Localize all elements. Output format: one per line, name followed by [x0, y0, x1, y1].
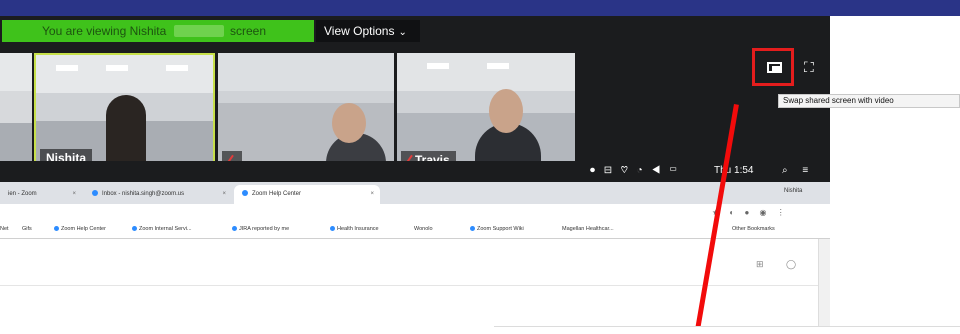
participant-head: [332, 103, 366, 143]
tab-close-icon[interactable]: ×: [222, 185, 226, 204]
menu-bar-clock: Thu 1:54: [714, 165, 754, 176]
extension-icons[interactable]: ★ ◐ ● ◉ ⋮: [712, 208, 789, 217]
shared-browser-window: ien - Zoom × Inbox - nishita.singh@zoom.u…: [0, 182, 830, 333]
redacted-name: [174, 25, 224, 37]
ceiling-light: [106, 65, 128, 71]
video-tile-travis[interactable]: Travis: [397, 53, 575, 173]
menu-bar-status-icons: ⏺ ⊟ ♡ ◔ ◀ ▭: [590, 165, 681, 176]
bookmark-item[interactable]: Net: [0, 226, 9, 232]
swap-screen-button[interactable]: [752, 48, 794, 86]
bookmark-item[interactable]: Zoom Internal Servi...: [132, 226, 192, 232]
bookmark-item[interactable]: Health Insurance: [330, 226, 379, 232]
office-ceiling: [397, 53, 575, 91]
ceiling-light: [427, 63, 449, 69]
browser-tab-strip: ien - Zoom × Inbox - nishita.singh@zoom.u…: [0, 182, 830, 204]
ceiling-light: [166, 65, 188, 71]
browser-tab[interactable]: Inbox - nishita.singh@zoom.us ×: [84, 185, 232, 204]
swap-screen-icon-inner: [772, 66, 780, 71]
participant-head: [489, 89, 523, 133]
bookmark-item[interactable]: JIRA reported by me: [232, 226, 289, 232]
browser-scrollbar[interactable]: [818, 239, 830, 333]
chevron-down-icon: ⌄: [398, 27, 407, 38]
top-border-band: [0, 0, 960, 16]
tab-close-icon[interactable]: ×: [72, 185, 76, 204]
office-ceiling: [0, 53, 32, 91]
bookmark-item[interactable]: Wonolo: [414, 226, 433, 232]
video-tile-nishita[interactable]: Nishita: [34, 53, 215, 173]
viewing-banner-suffix: screen: [230, 24, 267, 38]
bookmark-item[interactable]: Zoom Help Center: [54, 226, 106, 232]
fullscreen-button[interactable]: ⛶: [804, 60, 814, 74]
zoom-favicon-icon: [242, 190, 248, 197]
office-ceiling: [36, 55, 213, 93]
tab-close-icon[interactable]: ×: [370, 185, 374, 204]
browser-tab[interactable]: ien - Zoom ×: [0, 185, 82, 204]
page-grid-icon[interactable]: ⊞ ◯: [756, 259, 806, 270]
mail-favicon-icon: [92, 190, 98, 197]
bookmark-item[interactable]: Zoom Support Wiki: [470, 226, 524, 232]
browser-tab-active[interactable]: Zoom Help Center ×: [234, 185, 380, 204]
swap-tooltip: Swap shared screen with video: [778, 94, 960, 108]
page-divider: [0, 285, 818, 286]
view-options-button[interactable]: View Options ⌄: [316, 20, 420, 42]
mac-menu-bar: ⏺ ⊟ ♡ ◔ ◀ ▭ Thu 1:54 ⌕ ≡: [0, 161, 830, 181]
office-ceiling: [218, 53, 394, 91]
viewing-banner: You are viewing Nishita screen: [2, 20, 314, 42]
viewing-banner-text: You are viewing Nishita: [42, 24, 167, 38]
browser-profile-name[interactable]: Nishita: [784, 188, 802, 194]
browser-address-bar[interactable]: ★ ◐ ● ◉ ⋮: [0, 204, 830, 222]
bookmark-item[interactable]: Gifs: [22, 226, 32, 232]
video-tile-partial[interactable]: [0, 53, 32, 173]
fullscreen-icon: ⛶: [804, 59, 814, 75]
browser-page-content: ⊞ ◯: [0, 239, 818, 333]
bookmarks-bar: Net Gifs Zoom Help Center Zoom Internal …: [0, 222, 830, 239]
video-tile-participant[interactable]: [218, 53, 394, 173]
bookmark-item[interactable]: Other Bookmarks: [732, 226, 775, 232]
bookmark-item[interactable]: Magellan Healthcar...: [562, 226, 614, 232]
ceiling-light: [487, 63, 509, 69]
ceiling-light: [56, 65, 78, 71]
menu-bar-search-icon[interactable]: ⌕ ≡: [782, 165, 814, 176]
view-options-label: View Options: [324, 24, 395, 38]
